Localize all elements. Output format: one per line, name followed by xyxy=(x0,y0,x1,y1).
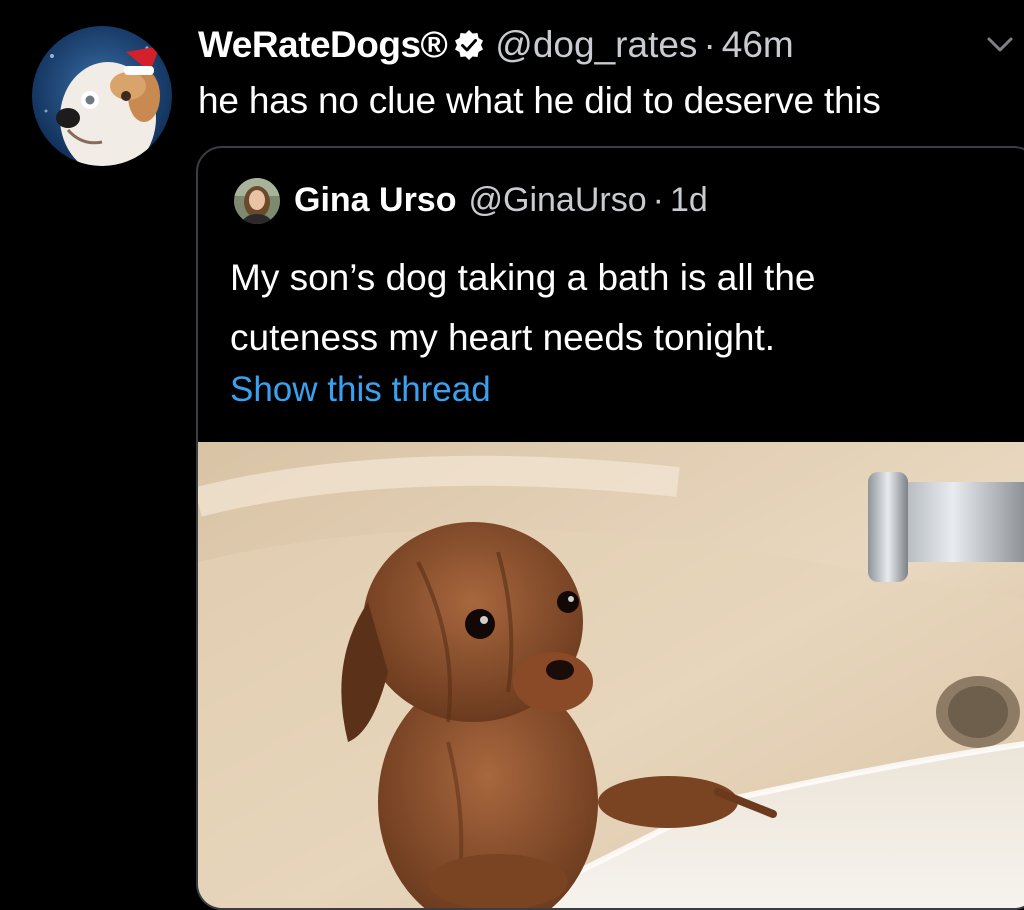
quoted-timestamp[interactable]: 1d xyxy=(670,181,708,220)
quoted-separator-dot: · xyxy=(652,180,664,219)
tweet-header: WeRateDogs® @dog_rates · 46m xyxy=(198,22,794,68)
quoted-text-line: My son’s dog taking a bath is all the xyxy=(230,257,816,298)
quoted-tweet-text: My son’s dog taking a bath is all the cu… xyxy=(230,248,990,368)
tweet[interactable]: WeRateDogs® @dog_rates · 46m he has no c… xyxy=(0,0,1024,910)
separator-dot: · xyxy=(703,24,716,65)
dog-avatar-icon[interactable] xyxy=(32,26,172,166)
timestamp[interactable]: 46m xyxy=(722,24,794,66)
quoted-tweet-card[interactable]: Gina Urso @GinaUrso · 1d My son’s dog ta… xyxy=(196,146,1024,910)
handle[interactable]: @dog_rates xyxy=(495,24,697,66)
tweet-text: he has no clue what he did to deserve th… xyxy=(198,80,881,121)
chevron-down-icon[interactable] xyxy=(986,32,1014,56)
quoted-tweet-header: Gina Urso @GinaUrso · 1d xyxy=(294,176,708,224)
show-thread-link[interactable]: Show this thread xyxy=(230,370,491,410)
quoted-handle[interactable]: @GinaUrso xyxy=(468,181,646,220)
display-name[interactable]: WeRateDogs® xyxy=(198,24,448,66)
quoted-text-line: cuteness my heart needs tonight. xyxy=(230,317,776,358)
user-avatar-icon[interactable] xyxy=(234,178,280,224)
photo-wet-puppy-in-bathtub[interactable] xyxy=(198,442,1024,908)
quoted-display-name[interactable]: Gina Urso xyxy=(294,181,456,220)
verified-badge-icon xyxy=(455,30,484,60)
